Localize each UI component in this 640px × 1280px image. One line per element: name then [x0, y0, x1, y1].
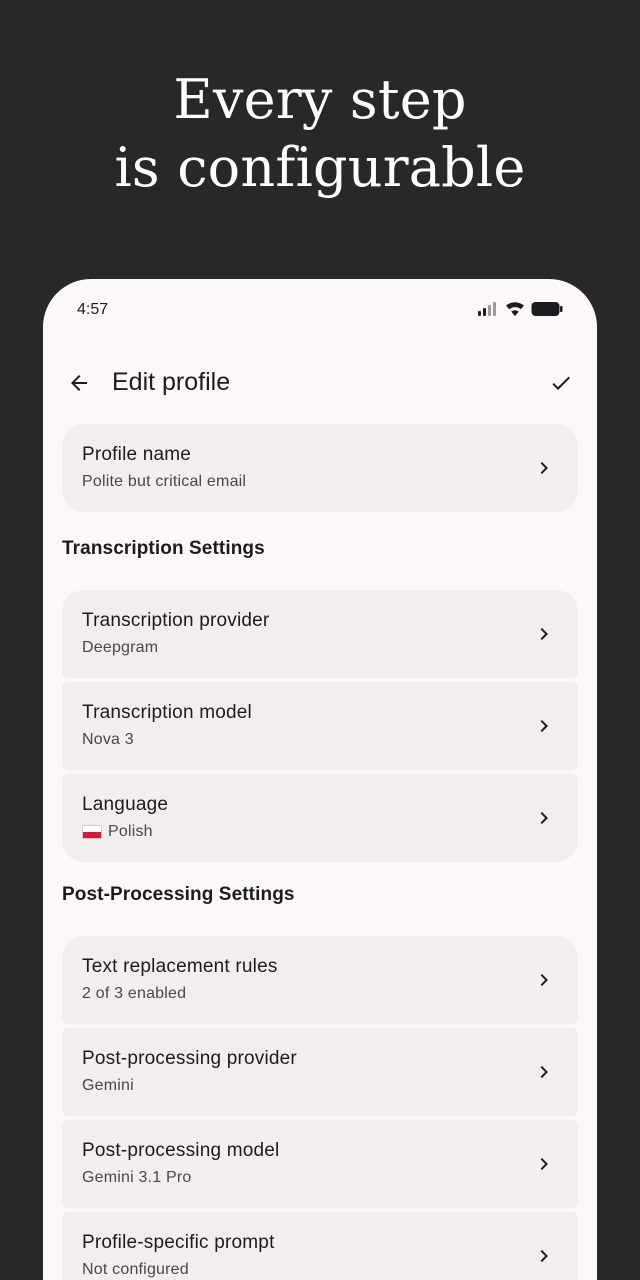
setting-title: Profile-specific prompt	[82, 1232, 275, 1253]
headline-line-1: Every step	[173, 68, 467, 131]
setting-title: Language	[82, 794, 169, 815]
setting-post-processing-model[interactable]: Post-processing model Gemini 3.1 Pro	[62, 1120, 578, 1208]
setting-value: Polish	[108, 823, 153, 840]
chevron-right-icon	[532, 968, 556, 992]
chevron-right-icon	[532, 1152, 556, 1176]
chevron-right-icon	[532, 1244, 556, 1268]
setting-title: Transcription model	[82, 702, 252, 723]
setting-text-replacement-rules[interactable]: Text replacement rules 2 of 3 enabled	[62, 936, 578, 1024]
setting-title: Text replacement rules	[82, 956, 278, 977]
top-app-bar: Edit profile	[43, 351, 597, 415]
status-time: 4:57	[77, 301, 109, 318]
battery-icon	[531, 301, 563, 317]
setting-title: Transcription provider	[82, 610, 270, 631]
setting-value: Polite but critical email	[82, 473, 247, 490]
settings-list: Profile name Polite but critical email T…	[62, 424, 578, 1280]
status-icons	[477, 301, 563, 317]
setting-post-processing-provider[interactable]: Post-processing provider Gemini	[62, 1028, 578, 1116]
headline-line-2: is configurable	[114, 136, 526, 199]
section-label-transcription: Transcription Settings	[62, 538, 265, 559]
signal-icon	[477, 302, 499, 316]
screenshot-page: Every step is configurable 4:57 Edit pro…	[0, 0, 640, 1280]
setting-value: Gemini 3.1 Pro	[82, 1169, 192, 1186]
save-button[interactable]	[541, 363, 581, 403]
chevron-right-icon	[532, 456, 556, 480]
page-title: Edit profile	[112, 368, 231, 396]
poland-flag-icon	[82, 825, 102, 839]
setting-profile-specific-prompt[interactable]: Profile-specific prompt Not configured	[62, 1212, 578, 1280]
wifi-icon	[505, 301, 525, 317]
setting-transcription-model[interactable]: Transcription model Nova 3	[62, 682, 578, 770]
section-label-post-processing: Post-Processing Settings	[62, 884, 295, 905]
chevron-right-icon	[532, 622, 556, 646]
chevron-right-icon	[532, 714, 556, 738]
setting-value: Deepgram	[82, 639, 159, 656]
setting-value: Nova 3	[82, 731, 134, 748]
setting-transcription-provider[interactable]: Transcription provider Deepgram	[62, 590, 578, 678]
setting-title: Profile name	[82, 444, 192, 465]
arrow-back-icon	[71, 375, 87, 391]
setting-value-row: Polish	[82, 823, 153, 841]
setting-profile-name[interactable]: Profile name Polite but critical email	[62, 424, 578, 512]
headline: Every step is configurable	[0, 66, 640, 202]
setting-language[interactable]: Language Polish	[62, 774, 578, 862]
setting-value: 2 of 3 enabled	[82, 985, 187, 1002]
setting-title: Post-processing provider	[82, 1048, 297, 1069]
setting-value: Not configured	[82, 1261, 189, 1278]
back-button[interactable]	[59, 363, 99, 403]
setting-value: Gemini	[82, 1077, 134, 1094]
check-icon	[552, 376, 570, 390]
phone-frame: 4:57 Edit profile Profile name Polite bu…	[43, 279, 597, 1280]
chevron-right-icon	[532, 1060, 556, 1084]
chevron-right-icon	[532, 806, 556, 830]
status-bar: 4:57	[43, 279, 597, 343]
setting-title: Post-processing model	[82, 1140, 280, 1161]
